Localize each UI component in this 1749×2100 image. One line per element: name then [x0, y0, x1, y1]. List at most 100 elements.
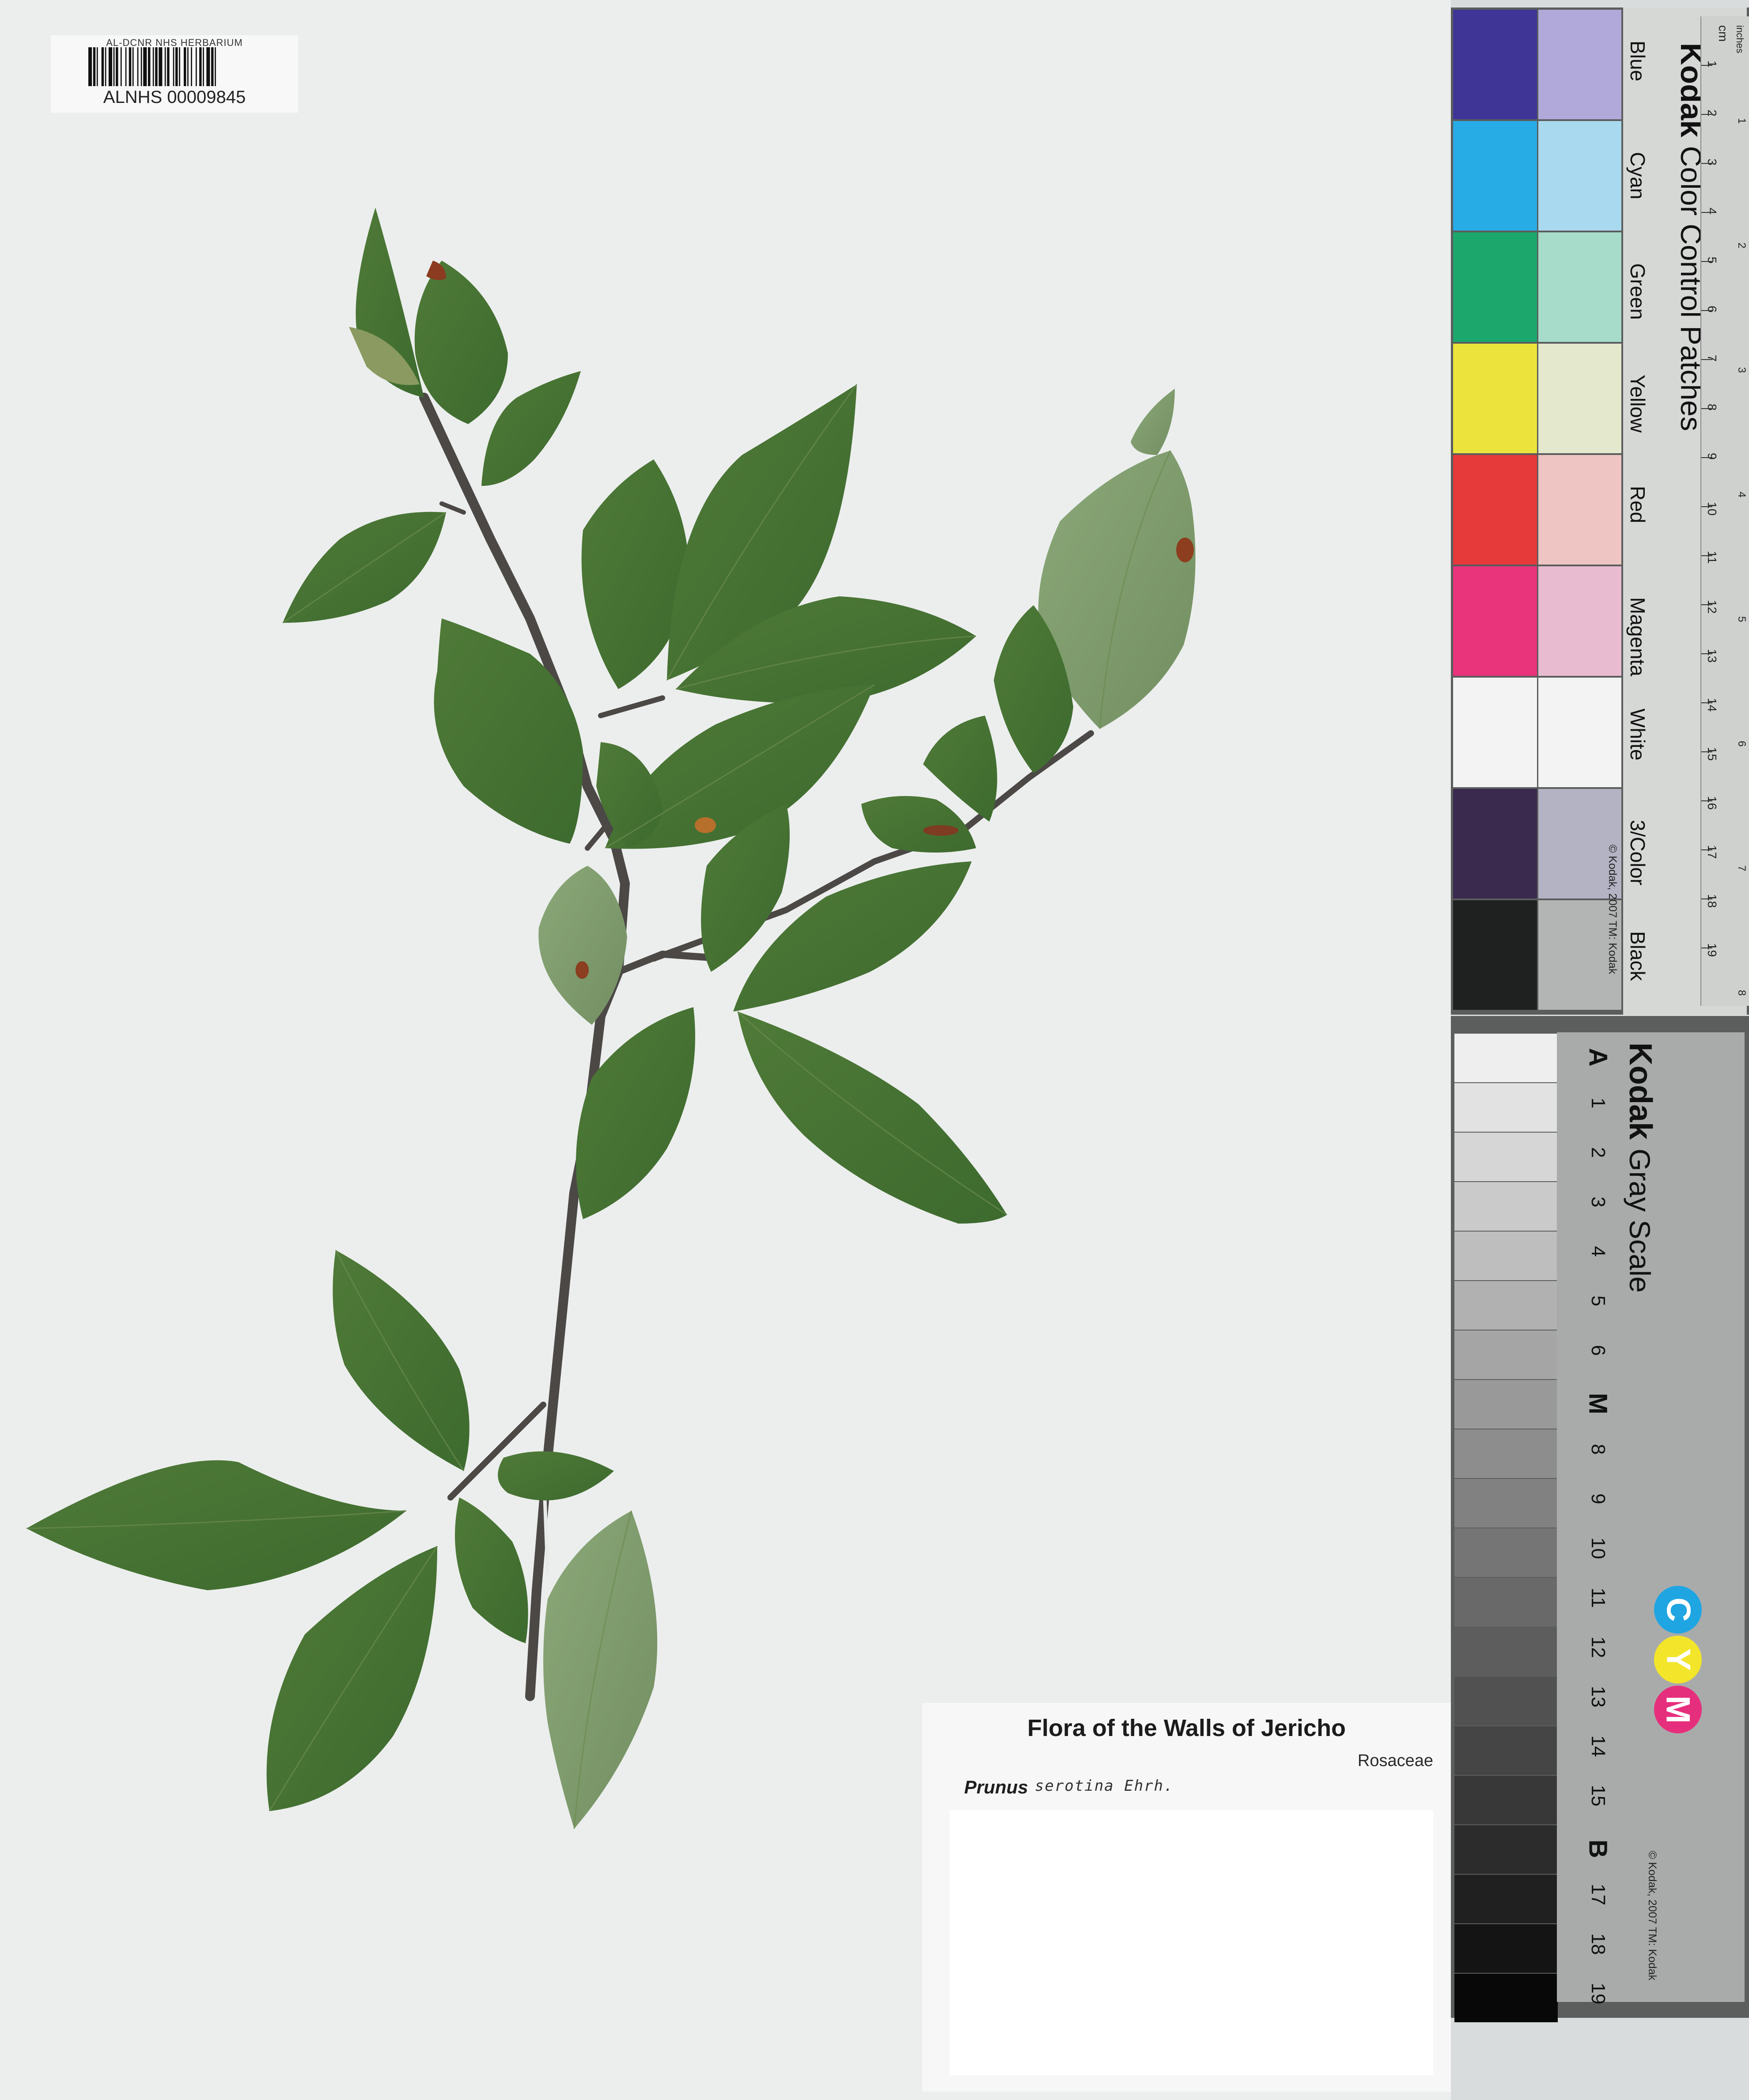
- gray-step: [1454, 1875, 1558, 1923]
- gray-scale-title: Gray Scale: [1624, 1149, 1656, 1293]
- gray-step: [1454, 1627, 1558, 1676]
- ruler-cm-tick: 12: [1705, 600, 1719, 614]
- gray-step: [1454, 1924, 1558, 1973]
- ruler-cm-tick: 13: [1705, 649, 1719, 663]
- leaf: [738, 1012, 1007, 1224]
- ruler-inch-tick: 8: [1736, 990, 1748, 996]
- gray-step: [1454, 1677, 1558, 1725]
- leaf: [26, 1460, 406, 1590]
- gray-step-label: 15: [1587, 1785, 1609, 1807]
- ruler-tick-mark: [1701, 261, 1712, 262]
- color-patch-cyan-light: [1538, 121, 1621, 231]
- ruler-inch-tick: 1: [1736, 118, 1748, 124]
- gray-step-label: 1: [1587, 1097, 1609, 1109]
- ruler-tick-mark: [1701, 898, 1712, 899]
- gray-step-label: A: [1583, 1048, 1613, 1067]
- ruler-inch-tick: 6: [1736, 741, 1748, 747]
- cym-dot-m: M: [1654, 1686, 1702, 1733]
- ruler-cm-tick: 7: [1705, 355, 1719, 362]
- ruler-cm-label: cm: [1716, 25, 1730, 42]
- ruler-tick-mark: [1701, 555, 1712, 556]
- gray-step: [1454, 1479, 1558, 1528]
- ruler-inch-tick: 4: [1736, 492, 1748, 498]
- leaf: [498, 1451, 614, 1501]
- ruler-tick-mark: [1701, 457, 1712, 458]
- ruler-tick-mark: [1701, 65, 1712, 66]
- cym-dot-c: C: [1654, 1586, 1702, 1634]
- color-patch-label: Magenta: [1626, 597, 1649, 677]
- ruler-tick-mark: [1701, 702, 1712, 703]
- gray-step-label: 14: [1587, 1735, 1609, 1757]
- color-patch-label: Blue: [1626, 41, 1649, 82]
- leaf-spot: [923, 825, 958, 836]
- gray-step-label: 19: [1587, 1982, 1609, 2005]
- gray-step-label: 5: [1587, 1295, 1609, 1307]
- ruler-tick-mark: [1701, 751, 1712, 752]
- gray-step-label: 10: [1587, 1537, 1609, 1559]
- leaf-spot: [575, 961, 589, 979]
- gray-step: [1454, 1380, 1558, 1429]
- gray-step: [1454, 1083, 1558, 1132]
- gray-step-label: 17: [1587, 1884, 1609, 1906]
- gray-step-label: 11: [1587, 1588, 1609, 1608]
- leaf: [434, 618, 583, 844]
- leaf: [538, 866, 627, 1025]
- ruler-cm-tick: 15: [1705, 747, 1719, 761]
- ruler-inch-tick: 7: [1736, 865, 1748, 872]
- ruler-cm-tick: 1: [1705, 61, 1719, 68]
- ruler-tick-mark: [1701, 506, 1712, 507]
- gray-step: [1454, 1726, 1558, 1775]
- ruler-tick-mark: [1701, 114, 1712, 115]
- color-patch-black-dark: [1453, 900, 1537, 1010]
- ruler-inch-tick: 5: [1736, 616, 1748, 622]
- ruler-cm-tick: 16: [1705, 796, 1719, 810]
- gray-step-label: 4: [1587, 1246, 1609, 1257]
- ruler-inch-tick: 2: [1736, 243, 1748, 249]
- color-patch-magenta-dark: [1453, 566, 1537, 676]
- leaf: [861, 796, 976, 853]
- color-patch-label: Red: [1626, 486, 1649, 523]
- ruler-cm-tick: 2: [1705, 110, 1719, 117]
- gray-step: [1454, 1331, 1558, 1379]
- ruler-tick-mark: [1701, 359, 1712, 360]
- gray-step-label: 12: [1587, 1636, 1609, 1658]
- gray-step: [1454, 1034, 1558, 1082]
- ruler-cm-tick: 14: [1705, 698, 1719, 712]
- gray-step-label: B: [1583, 1839, 1613, 1858]
- color-patch-label: Black: [1626, 931, 1649, 981]
- ruler-cm-tick: 9: [1705, 453, 1719, 460]
- color-patch-cyan-dark: [1453, 121, 1537, 231]
- gray-step-label: 9: [1587, 1493, 1609, 1505]
- color-patch-blue-dark: [1453, 10, 1537, 119]
- color-patch-label: Yellow: [1626, 375, 1649, 433]
- gray-scale-copyright: © Kodak, 2007 TM: Kodak: [1646, 1851, 1658, 1981]
- label-genus: Prunus: [964, 1777, 1028, 1797]
- ruler-tick-mark: [1701, 310, 1712, 311]
- color-patch-white-dark: [1453, 678, 1537, 787]
- ruler-tick-mark: [1701, 212, 1712, 213]
- ruler-cm-tick: 5: [1705, 257, 1719, 264]
- ruler-cm-tick: 4: [1705, 208, 1719, 215]
- ruler-cm-tick: 17: [1705, 845, 1719, 859]
- ruler-cm-tick: 10: [1705, 502, 1719, 516]
- ruler-tick-mark: [1701, 408, 1712, 409]
- color-patch-yellow-dark: [1453, 344, 1537, 453]
- color-patch-blue-light: [1538, 10, 1621, 119]
- gray-step-label: 8: [1587, 1444, 1609, 1455]
- cym-dot-y: Y: [1654, 1636, 1702, 1683]
- leaf: [1131, 389, 1175, 455]
- leaf-spot: [1176, 538, 1194, 562]
- herbarium-sheet: AL-DCNR NHS HERBARIUM ALNHS 00009845 Flo…: [0, 0, 1451, 2100]
- gray-step: [1454, 1776, 1558, 1824]
- gray-step: [1454, 1232, 1558, 1280]
- label-title: Flora of the Walls of Jericho: [1027, 1715, 1346, 1741]
- gray-step: [1454, 1182, 1558, 1231]
- gray-scale-brand: Kodak: [1623, 1042, 1658, 1140]
- ruler-inch-label: inches: [1734, 25, 1745, 53]
- color-patch-label: 3/Color: [1626, 820, 1649, 886]
- ruler-tick-mark: [1701, 653, 1712, 654]
- ruler-tick-mark: [1701, 163, 1712, 164]
- label-epithet-handwritten: serotina Ehrh.: [1035, 1777, 1174, 1795]
- color-card-copyright: © Kodak, 2007 TM: Kodak: [1606, 845, 1619, 974]
- gray-step: [1454, 1825, 1558, 1874]
